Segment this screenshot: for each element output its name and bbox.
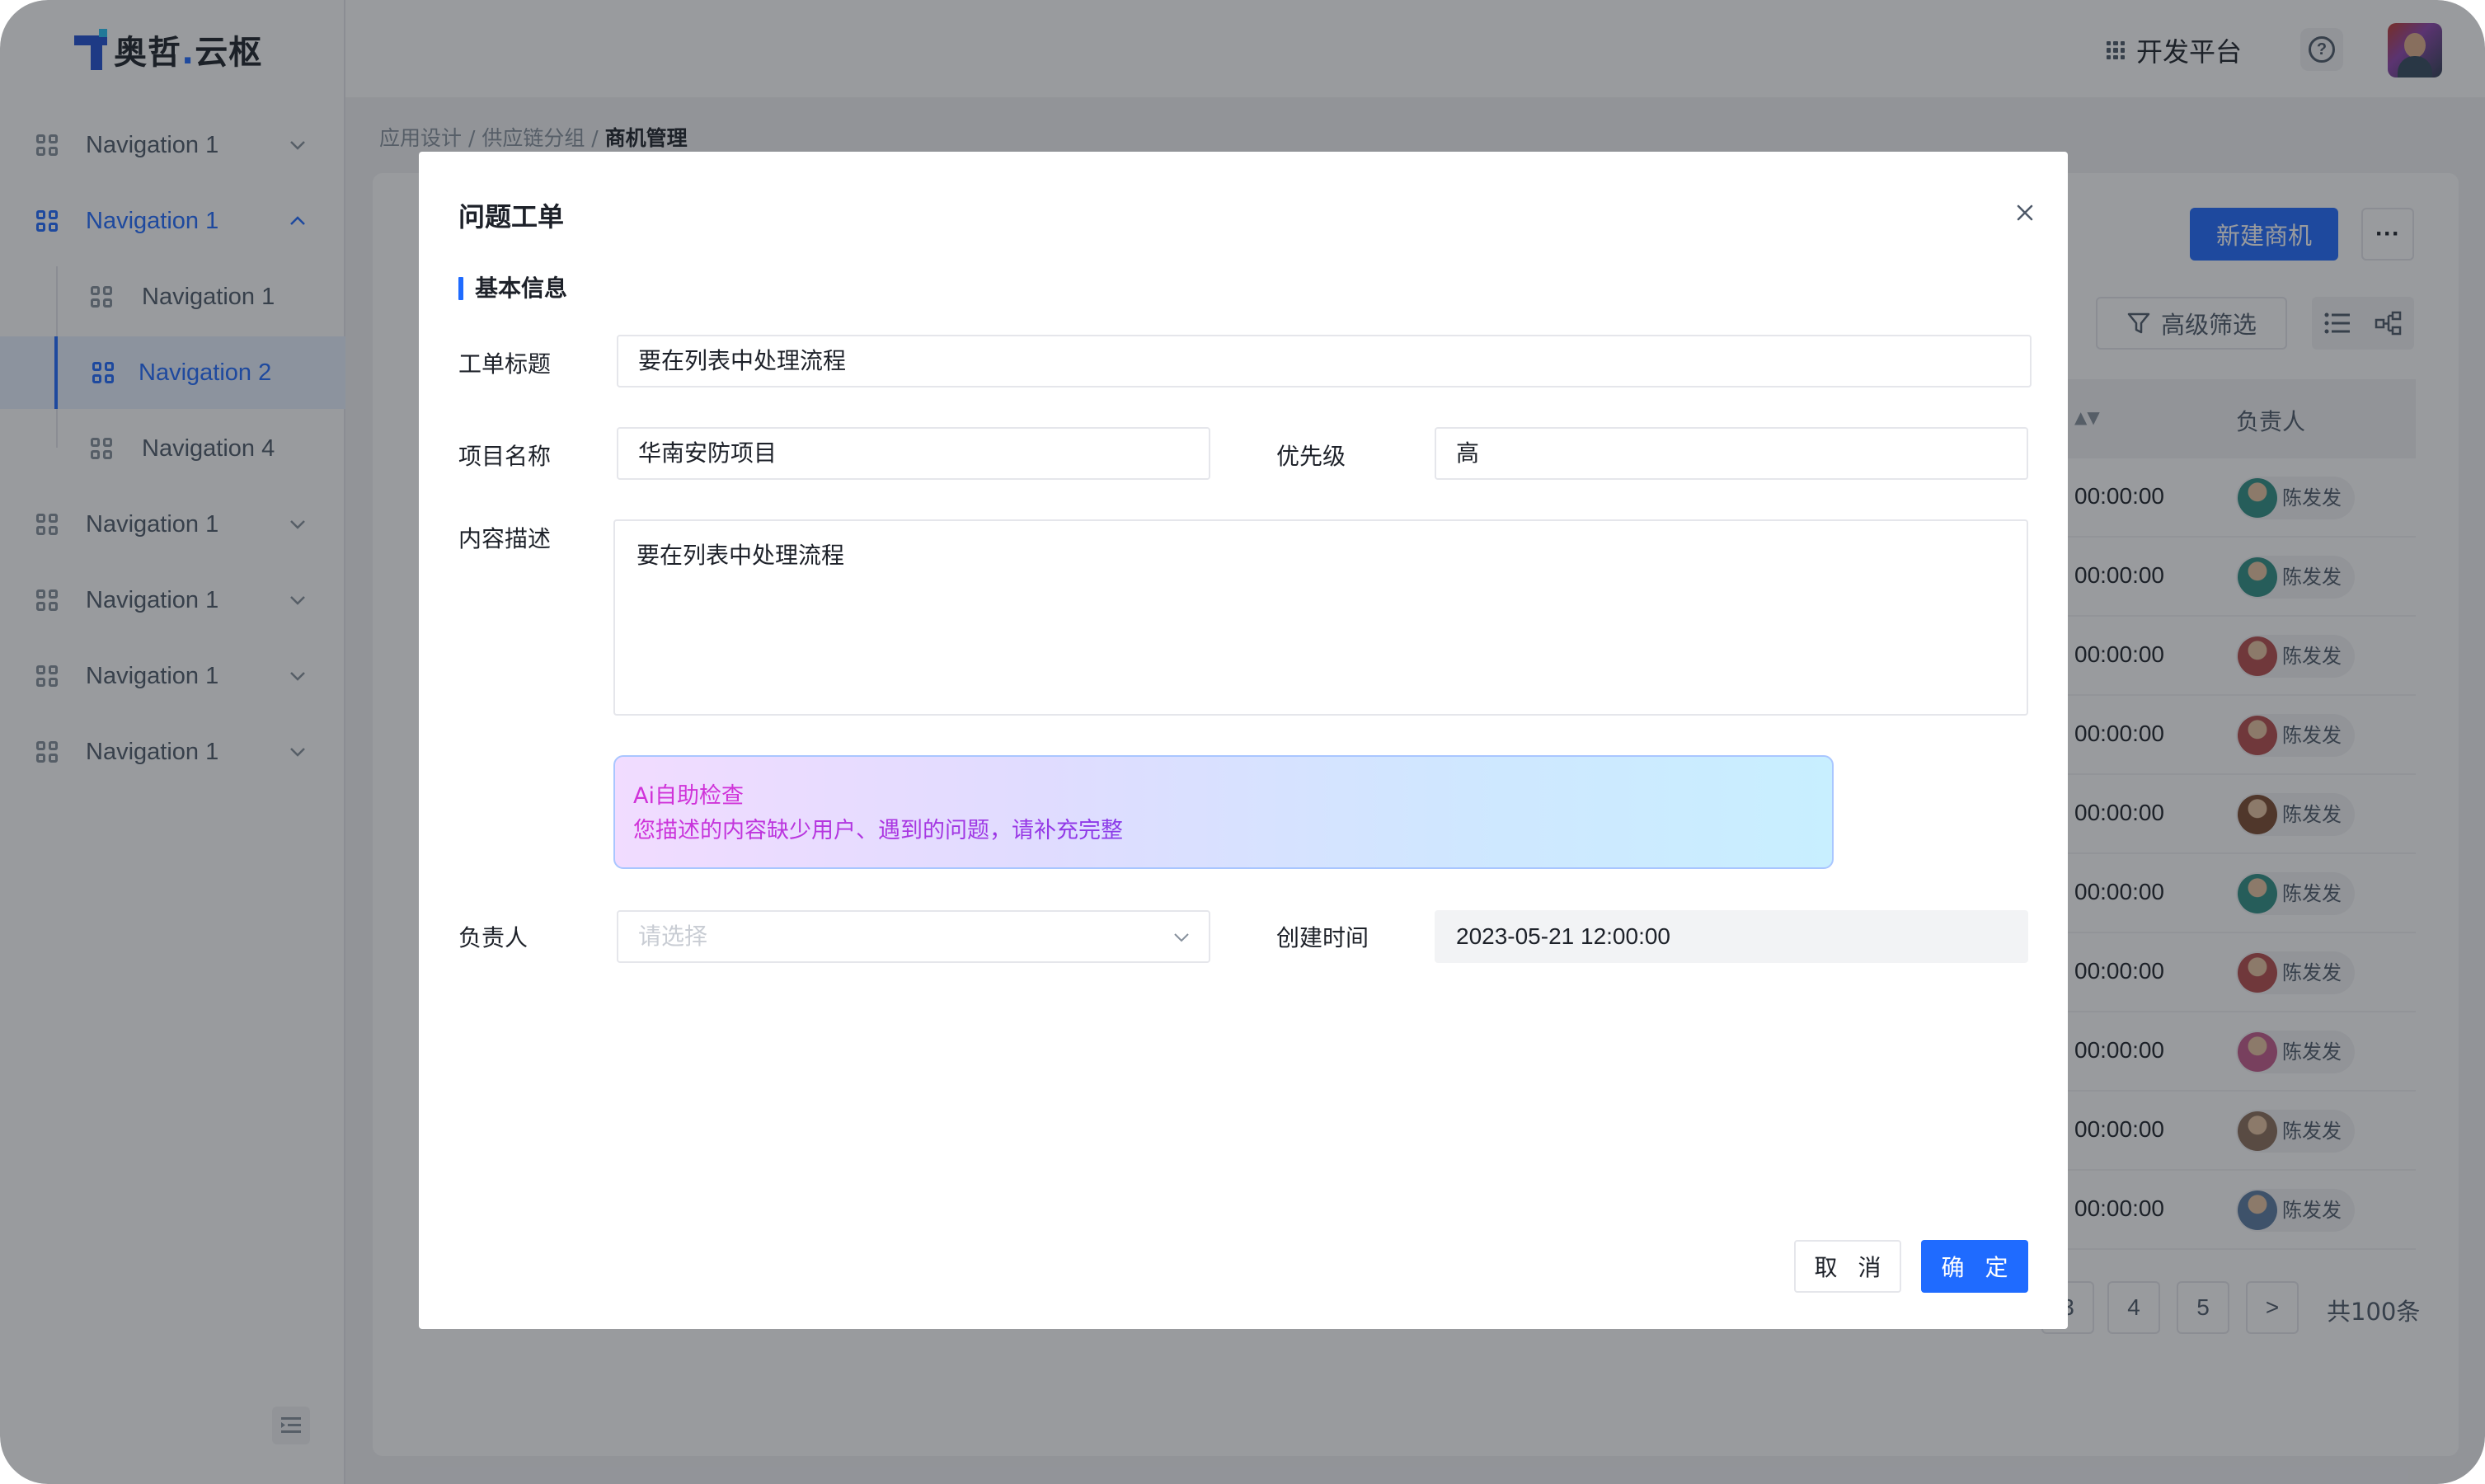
ai-self-check-notice: Ai自助检查 您描述的内容缺少用户、遇到的问题，请补充完整 [613,755,1834,869]
ai-check-title: Ai自助检查 [633,783,744,809]
description-label: 内容描述 [458,525,552,552]
app-window: 奥哲.云枢 Navigation 1 Navigation 1 Navigation… [0,0,2485,1484]
priority-label: 优先级 [1276,443,1346,470]
close-icon[interactable] [2010,198,2040,228]
created-time-value: 2023-05-21 12:00:00 [1435,910,2028,963]
owner-select[interactable]: 请选择 [617,910,1210,963]
created-time-label: 创建时间 [1276,924,1369,951]
owner-select-placeholder: 请选择 [638,923,708,950]
priority-input[interactable]: 高 [1435,427,2028,480]
modal-title: 问题工单 [458,201,565,232]
owner-label: 负责人 [458,924,528,951]
ticket-title-label: 工单标题 [458,350,552,378]
ai-check-message: 您描述的内容缺少用户、遇到的问题，请补充完整 [633,813,1814,849]
issue-ticket-modal: 问题工单 基本信息 工单标题 要在列表中处理流程 项目名称 华南安防项目 优先级… [419,152,2068,1329]
description-textarea[interactable]: 要在列表中处理流程 [613,519,2028,716]
section-title-basic-info: 基本信息 [458,275,567,302]
cancel-button[interactable]: 取 消 [1794,1240,1901,1293]
project-name-input[interactable]: 华南安防项目 [617,427,1210,480]
ticket-title-input[interactable]: 要在列表中处理流程 [617,335,2032,387]
confirm-button[interactable]: 确 定 [1921,1240,2028,1293]
project-name-label: 项目名称 [458,443,552,470]
chevron-down-icon [1174,933,1189,942]
